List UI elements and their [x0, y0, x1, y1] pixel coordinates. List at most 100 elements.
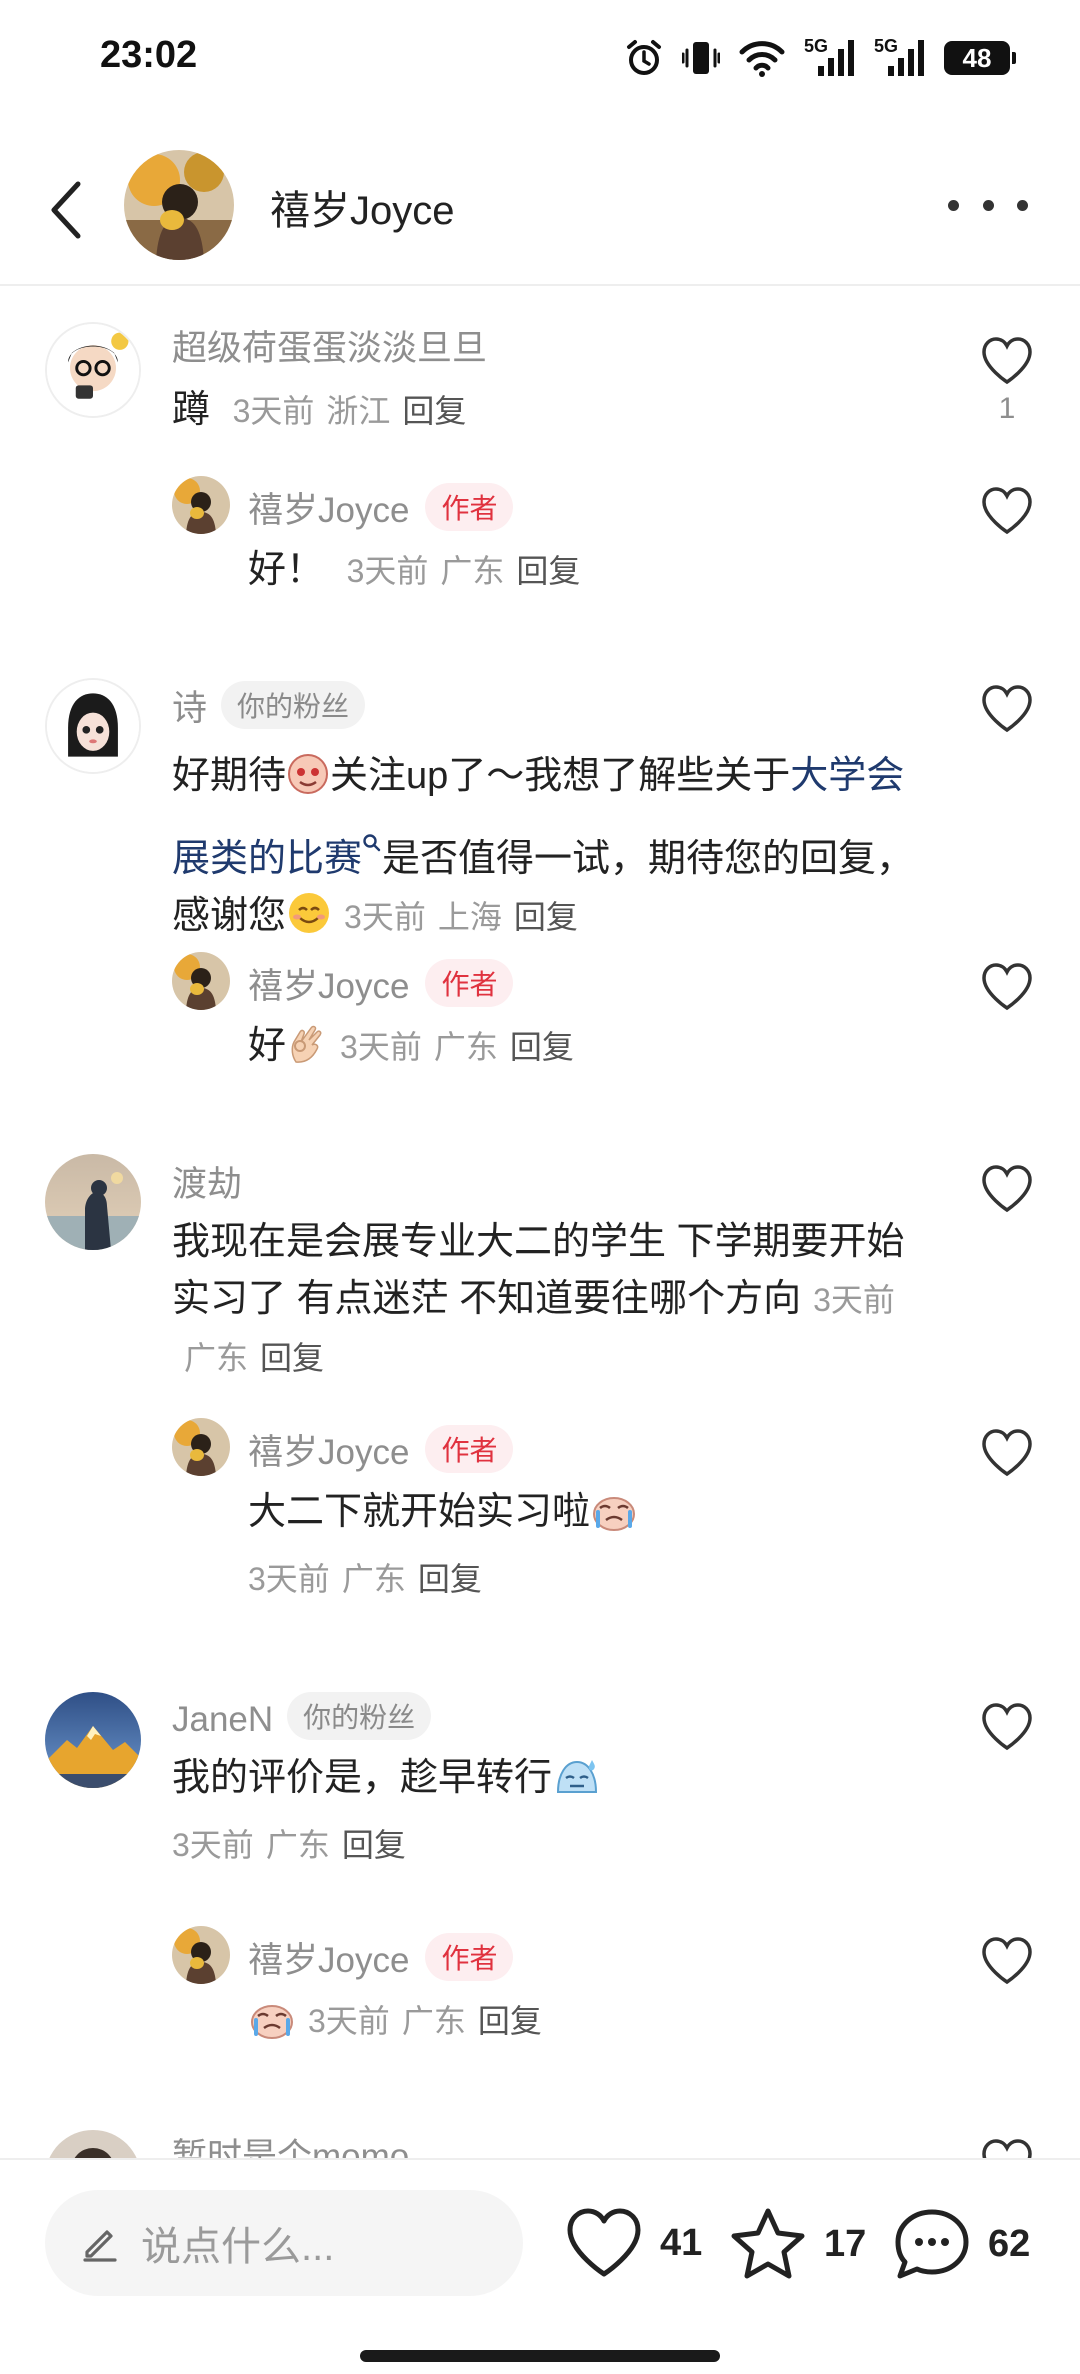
reply-button[interactable]: 回复	[260, 1340, 324, 1376]
heart-icon	[982, 2139, 1032, 2160]
commenter-avatar[interactable]	[45, 1154, 141, 1250]
commenter-avatar[interactable]	[45, 1692, 141, 1788]
conversation-header: 禧岁Joyce	[0, 130, 1080, 286]
excited-emoji-icon	[286, 752, 330, 813]
reply-button[interactable]: 回复	[342, 1827, 406, 1863]
comment-list: 超级荷蛋蛋淡淡旦旦 蹲 3天前 浙江 回复 1 禧岁Joyce 作者 好！ 3天前 广东…	[0, 290, 1080, 2160]
heart-icon	[982, 1165, 1032, 1213]
status-icons: 5G 5G 48	[624, 36, 1016, 80]
reply-button[interactable]: 回复	[402, 393, 466, 429]
heart-icon	[982, 337, 1032, 385]
commenter-name[interactable]: 暂时是个momo	[172, 2128, 409, 2160]
crying-emoji-icon	[248, 1996, 296, 2057]
comment-input-placeholder: 说点什么...	[141, 2225, 335, 2269]
star-count: 17	[824, 2222, 867, 2265]
comment-location: 广东	[184, 1340, 249, 1376]
home-indicator[interactable]	[360, 2350, 720, 2362]
more-options-button[interactable]	[948, 180, 1028, 230]
like-button[interactable]	[977, 684, 1037, 734]
reply-button[interactable]: 回复	[516, 553, 580, 589]
reply-button[interactable]: 回复	[478, 2003, 542, 2039]
reply-author-avatar[interactable]	[172, 476, 230, 534]
reply-button[interactable]: 回复	[514, 899, 578, 935]
reply-author-avatar[interactable]	[172, 952, 230, 1010]
reply-location: 广东	[401, 2003, 466, 2039]
smile-emoji-icon	[286, 890, 332, 953]
reply-author-name[interactable]: 禧岁Joyce 作者	[248, 958, 514, 1009]
signal-5g-icon-2: 5G	[874, 36, 926, 78]
fan-badge: 你的粉丝	[221, 681, 366, 729]
alarm-icon	[627, 40, 661, 75]
comment-time: 3天前	[813, 1282, 895, 1318]
author-badge: 作者	[425, 959, 514, 1007]
chat-bubble-icon	[895, 2209, 969, 2279]
back-button[interactable]	[36, 170, 96, 250]
reply-button[interactable]: 回复	[418, 1561, 482, 1597]
like-button[interactable]	[977, 1428, 1037, 1478]
status-time: 23:02	[100, 34, 198, 76]
comment-time: 3天前	[172, 1827, 254, 1863]
comment-action[interactable]: 62	[892, 2206, 1030, 2282]
signal-5g-icon: 5G	[804, 36, 856, 78]
comment-time: 3天前	[232, 393, 315, 429]
comment-text: 我现在是会展专业大二的学生 下学期要开始实习了 有点迷茫 不知道要往哪个方向 3天…	[172, 1214, 924, 1387]
reply-author-name[interactable]: 禧岁Joyce 作者	[248, 482, 514, 533]
comment-body: 我的评价是，趁早转行	[172, 1757, 553, 1799]
like-button[interactable]	[977, 2138, 1037, 2160]
like-action[interactable]: 41	[564, 2206, 702, 2280]
reply-text: 大二下就开始实习啦	[248, 1484, 638, 1549]
reply-author-name[interactable]: 禧岁Joyce 作者	[248, 1932, 514, 1983]
commenter-name[interactable]: 超级荷蛋蛋淡淡旦旦	[172, 320, 487, 371]
reply-author-name-text: 禧岁Joyce	[248, 491, 410, 530]
like-button[interactable]	[977, 1164, 1037, 1214]
heart-icon	[982, 685, 1032, 733]
like-button[interactable]	[977, 1936, 1037, 1986]
comment-body: 我现在是会展专业大二的学生 下学期要开始实习了 有点迷茫 不知道要往哪个方向	[172, 1221, 905, 1320]
author-name[interactable]: 禧岁Joyce	[270, 178, 455, 236]
reply-time: 3天前	[308, 2003, 390, 2039]
commenter-name-text: JaneN	[172, 1700, 274, 1739]
like-button[interactable]	[977, 1702, 1037, 1752]
fan-badge: 你的粉丝	[287, 1692, 432, 1740]
comment-time: 3天前	[344, 899, 426, 935]
like-count: 1	[998, 392, 1016, 425]
comment-location: 上海	[437, 899, 502, 935]
reply-body: 大二下就开始实习啦	[248, 1491, 591, 1533]
comment-location: 广东	[265, 1827, 330, 1863]
vibrate-icon	[682, 42, 720, 74]
author-badge: 作者	[425, 483, 514, 531]
reply-location: 广东	[440, 553, 505, 589]
reply-button[interactable]: 回复	[510, 1029, 574, 1065]
comment-location: 浙江	[326, 393, 391, 429]
like-button[interactable]	[977, 962, 1037, 1012]
comment-body-part1: 好期待	[172, 755, 287, 797]
sweat-emoji-icon	[552, 1752, 602, 1815]
heart-icon	[567, 2208, 641, 2277]
pencil-icon	[83, 2230, 117, 2262]
reply-author-avatar[interactable]	[172, 1418, 230, 1476]
comment-meta: 3天前 广东 回复	[172, 1820, 406, 1866]
reply-text: 好 3天前 广东 回复	[248, 1018, 574, 1083]
commenter-avatar[interactable]	[45, 322, 141, 418]
comment-input[interactable]: 说点什么...	[45, 2190, 523, 2296]
chevron-left-icon	[51, 181, 81, 239]
commenter-name[interactable]: JaneN 你的粉丝	[172, 1692, 432, 1740]
author-avatar[interactable]	[124, 150, 234, 260]
reply-text: 好！ 3天前 广东 回复	[248, 542, 580, 600]
commenter-name[interactable]: 渡劫	[172, 1156, 242, 1207]
comment-text: 蹲 3天前 浙江 回复	[172, 382, 466, 440]
reply-text: 3天前 广东 回复	[248, 1992, 542, 2057]
like-button[interactable]: 1	[977, 336, 1037, 426]
reply-location: 广东	[341, 1561, 406, 1597]
commenter-avatar[interactable]	[45, 678, 141, 774]
heart-icon	[982, 487, 1032, 535]
reply-author-avatar[interactable]	[172, 1926, 230, 1984]
reply-author-name[interactable]: 禧岁Joyce 作者	[248, 1424, 514, 1475]
reply-body: 好	[248, 1025, 287, 1067]
search-icon	[362, 813, 382, 870]
star-action[interactable]: 17	[728, 2206, 866, 2282]
commenter-name[interactable]: 诗你的粉丝	[172, 680, 366, 731]
author-badge: 作者	[425, 1933, 514, 1981]
like-button[interactable]	[977, 486, 1037, 536]
commenter-avatar[interactable]	[45, 2130, 141, 2160]
